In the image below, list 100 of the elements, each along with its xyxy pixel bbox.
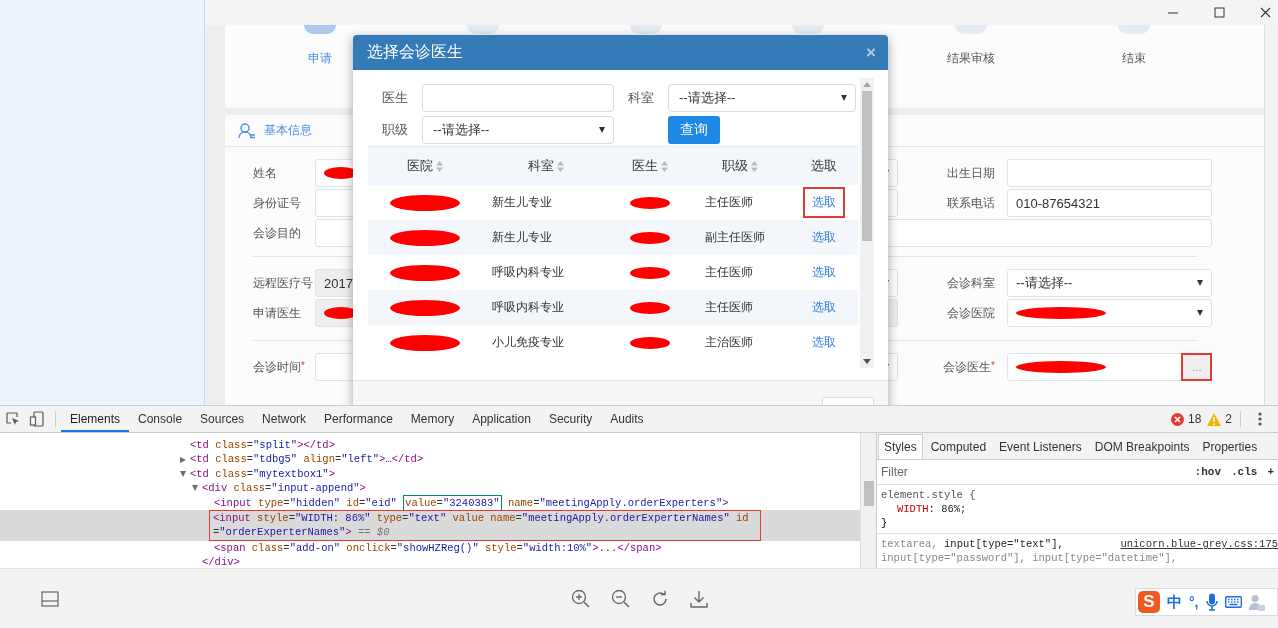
required-mark: * <box>301 360 305 371</box>
rotate-icon[interactable] <box>650 589 669 608</box>
input-mode-toggle[interactable]: 中 <box>1167 592 1182 612</box>
code-line: <td class="tdbg5" align="left">…</td> <box>190 452 424 467</box>
table-cell-text: 副主任医师 <box>704 229 766 246</box>
table-cell-text: 呼吸内科专业 <box>491 264 565 281</box>
inspect-icon[interactable] <box>5 411 21 427</box>
devtools-tab[interactable]: Security <box>539 406 602 432</box>
filter-label: 职级 <box>381 121 409 139</box>
column-header[interactable]: 职级 <box>722 157 748 175</box>
column-header[interactable]: 选取 <box>811 157 837 175</box>
step-label[interactable]: 结果审核 <box>947 50 995 67</box>
rule-selector: textarea, input[type="text"], <box>881 537 1064 551</box>
dropdown-arrow-icon <box>1197 310 1203 316</box>
column-header[interactable]: 医生 <box>632 157 658 175</box>
selected-row[interactable]: <input style="WIDTH: 86%" type="text" value name="meetingApply.orderExperterNames" id ="orderExperterNames"> == $0 <box>0 510 860 541</box>
device-icon[interactable] <box>29 411 45 427</box>
devtools-tab[interactable]: Network <box>253 406 316 432</box>
section-title: 基本信息 <box>264 122 312 139</box>
devtools-tab[interactable]: Console <box>129 406 192 432</box>
required-mark: * <box>991 360 995 371</box>
triangle-icon[interactable] <box>180 456 186 463</box>
devtools-tab[interactable]: Sources <box>191 406 254 432</box>
field-label: 会诊目的 <box>253 224 301 242</box>
field-label: 申请医生 <box>253 304 301 322</box>
styles-tab[interactable]: Computed <box>925 435 992 459</box>
select-link[interactable]: 选取 <box>803 327 845 358</box>
filter-toggle[interactable]: .cls <box>1231 466 1258 478</box>
devtools-tab[interactable]: Memory <box>401 406 464 432</box>
field-label: 联系电话 <box>947 194 995 212</box>
triangle-icon[interactable] <box>192 485 198 492</box>
error-count[interactable]: 18 <box>1187 412 1202 426</box>
table-row[interactable]: 新生儿专业 副主任医师 选取 <box>368 220 858 255</box>
select-link[interactable]: 选取 <box>803 292 845 323</box>
select-field[interactable]: --请选择-- <box>668 84 856 112</box>
input-field[interactable] <box>1007 159 1212 187</box>
dropdown-arrow-icon <box>841 95 847 101</box>
layout-icon[interactable] <box>41 590 59 607</box>
scrollbar-thumb[interactable] <box>864 481 874 506</box>
warning-count[interactable]: 2 <box>1225 412 1232 426</box>
table-cell-text: 新生儿专业 <box>491 194 553 211</box>
dropdown-arrow-icon <box>1197 280 1203 286</box>
rule-brace: } <box>881 516 889 530</box>
select-field[interactable] <box>1007 299 1212 327</box>
field-label: 会诊时间 <box>253 358 301 376</box>
code-line: <span class="add-on" onclick="showHZReg()" style="width:10%">...</span> <box>214 540 662 556</box>
code-line: <div class="input-append"> <box>202 481 366 496</box>
keyboard-icon[interactable] <box>1224 596 1242 608</box>
select-link[interactable]: 选取 <box>803 257 845 288</box>
select-field[interactable]: --请选择-- <box>422 116 614 144</box>
search-button[interactable]: 查询 <box>668 116 720 144</box>
triangle-icon[interactable] <box>180 471 186 477</box>
table-cell-text: 新生儿专业 <box>491 229 553 246</box>
user-icon <box>238 122 256 139</box>
style-declaration: WIDTH: 86%; <box>896 502 968 516</box>
filter-label: 医生 <box>381 89 409 107</box>
devtools-tab[interactable]: Performance <box>315 406 402 432</box>
input-field[interactable]: 010-87654321 <box>1007 189 1212 217</box>
filter-toggle[interactable]: + <box>1267 466 1274 478</box>
close-icon[interactable] <box>1260 7 1271 18</box>
input-field[interactable] <box>422 84 614 112</box>
error-icon <box>1170 412 1184 426</box>
table-cell-text: 主治医师 <box>704 334 754 351</box>
column-header[interactable]: 科室 <box>528 157 554 175</box>
zoom-out-icon[interactable] <box>610 589 630 608</box>
devtools-tab[interactable]: Audits <box>601 406 653 432</box>
microphone-icon[interactable] <box>1205 593 1218 611</box>
styles-tab[interactable]: DOM Breakpoints <box>1089 435 1195 459</box>
table-cell-text: 主任医师 <box>704 194 754 211</box>
rule-selector: element.style { <box>881 488 977 502</box>
field-label: 姓名 <box>253 164 277 182</box>
select-link[interactable]: 选取 <box>803 222 845 253</box>
field-label: 出生日期 <box>947 164 995 182</box>
source-link[interactable]: unicorn.blue-grey.css:175 <box>1120 537 1278 551</box>
devtools-tab[interactable]: Application <box>463 406 540 432</box>
dropdown-arrow-icon <box>599 127 605 133</box>
styles-tab[interactable]: Event Listeners <box>994 435 1087 459</box>
field-label: 身份证号 <box>253 194 301 212</box>
code-line: </div> <box>202 555 240 568</box>
field-label: 会诊医院 <box>947 304 995 322</box>
more-menu-icon[interactable] <box>1258 412 1262 426</box>
download-icon[interactable] <box>689 589 708 608</box>
styles-tab[interactable]: Properties <box>1197 435 1263 459</box>
field-label: 会诊医生 <box>943 358 992 376</box>
field-label: 会诊科室 <box>947 274 995 292</box>
select-field[interactable]: --请选择-- <box>1007 269 1212 297</box>
column-header[interactable]: 医院 <box>407 157 433 175</box>
scrollbar-thumb[interactable] <box>862 91 872 241</box>
filter-field[interactable]: Filter <box>881 465 1185 479</box>
code-line: <td class="mytextbox1"> <box>190 466 335 482</box>
zoom-in-icon[interactable] <box>570 589 590 608</box>
table-row[interactable]: 呼吸内科专业 主任医师 选取 <box>368 290 858 325</box>
scroll-down-icon[interactable] <box>863 359 871 364</box>
step-label[interactable]: 结束 <box>1121 50 1146 67</box>
field-label: 远程医疗号 <box>253 274 313 292</box>
punctuation-toggle[interactable]: °, <box>1189 594 1199 610</box>
styles-tab[interactable]: Styles <box>878 434 923 459</box>
filter-toggle[interactable]: :hov <box>1194 466 1221 478</box>
select-link[interactable]: 选取 <box>803 187 845 218</box>
maximize-icon[interactable] <box>1214 7 1225 18</box>
